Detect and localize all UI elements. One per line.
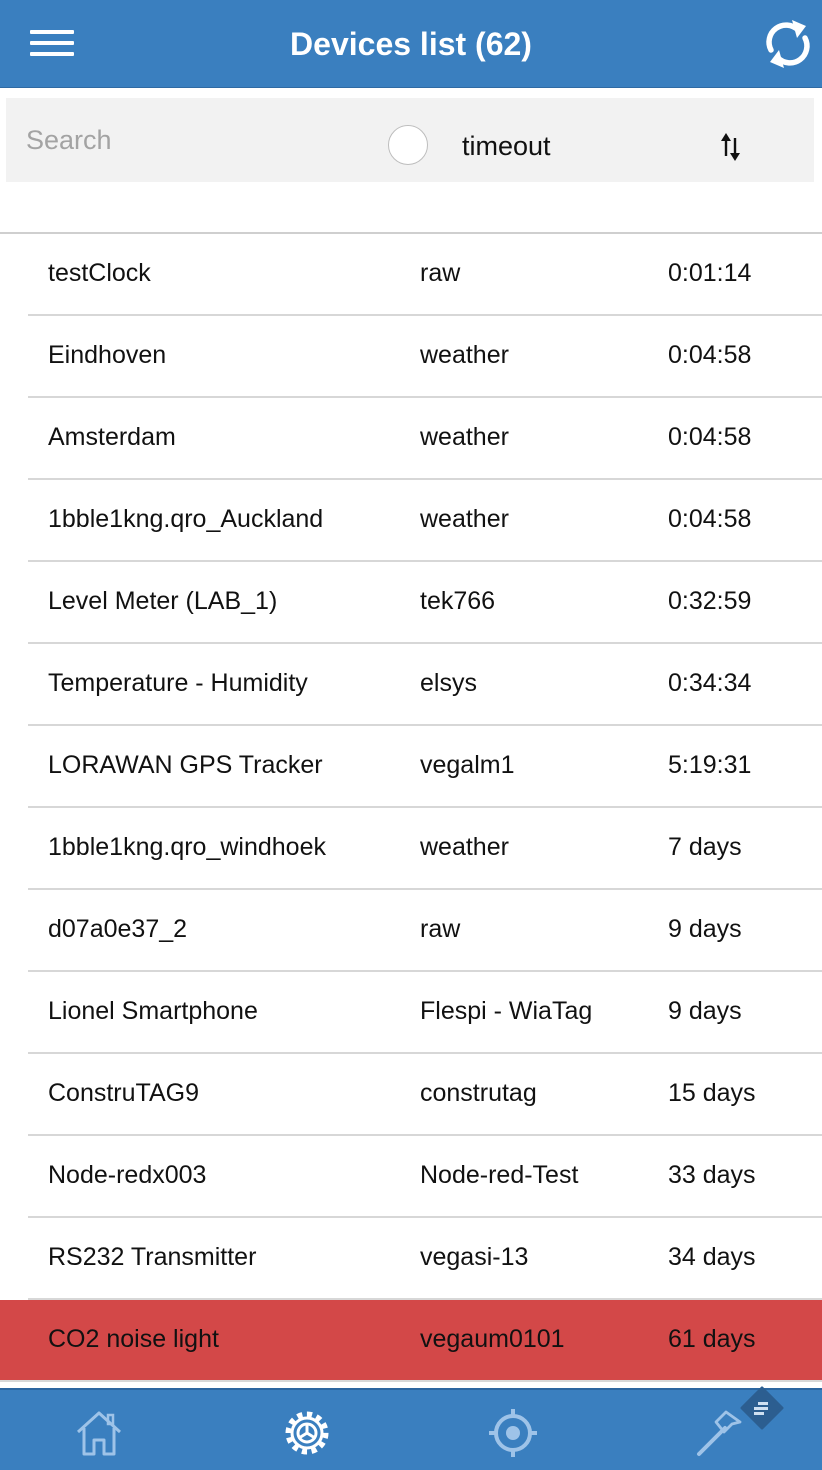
device-row[interactable]: LORAWAN GPS Tracker vegalm1 5:19:31 <box>28 726 822 808</box>
device-type: weather <box>420 423 509 451</box>
device-timeout: 0:34:34 <box>668 669 752 697</box>
device-timeout: 5:19:31 <box>668 751 752 779</box>
device-row[interactable]: RS232 Transmitter vegasi-13 34 days <box>28 1218 822 1300</box>
sort-button[interactable] <box>718 132 744 162</box>
settings-gear-icon <box>285 1411 329 1455</box>
device-type: vegasi-13 <box>420 1243 529 1271</box>
filter-bar: timeout <box>6 98 814 182</box>
bottom-tab-bar <box>0 1388 822 1470</box>
device-name: Level Meter (LAB_1) <box>48 587 278 615</box>
sync-icon <box>766 20 810 68</box>
device-row[interactable]: Node-redx003 Node-red-Test 33 days <box>28 1136 822 1218</box>
device-name: 1bble1kng.qro_windhoek <box>48 833 326 861</box>
device-name: Eindhoven <box>48 341 167 369</box>
feedly-badge-icon <box>740 1386 784 1430</box>
app-header: Devices list (62) <box>0 0 822 88</box>
hammer-tools-icon <box>697 1410 742 1456</box>
refresh-button[interactable] <box>762 16 814 72</box>
device-row[interactable]: testClock raw 0:01:14 <box>28 234 822 316</box>
device-name: Amsterdam <box>48 423 176 451</box>
device-type: vegalm1 <box>420 751 515 779</box>
tab-location[interactable] <box>488 1408 538 1458</box>
device-type: elsys <box>420 669 477 697</box>
device-row[interactable]: CO2 noise light vegaum0101 61 days <box>0 1300 822 1382</box>
device-type: weather <box>420 833 509 861</box>
device-name: Lionel Smartphone <box>48 997 258 1025</box>
device-timeout: 0:04:58 <box>668 423 752 451</box>
device-type: Node-red-Test <box>420 1161 579 1189</box>
device-name: Node-redx003 <box>48 1161 207 1189</box>
device-type: raw <box>420 915 461 943</box>
device-row[interactable]: 1bble1kng.qro_windhoek weather 7 days <box>28 808 822 890</box>
device-row[interactable]: Temperature - Humidity elsys 0:34:34 <box>28 644 822 726</box>
device-row[interactable]: Amsterdam weather 0:04:58 <box>28 398 822 480</box>
device-row[interactable]: d07a0e37_2 raw 9 days <box>28 890 822 972</box>
device-timeout: 33 days <box>668 1161 756 1189</box>
device-name: LORAWAN GPS Tracker <box>48 751 323 779</box>
device-name: ConstruTAG9 <box>48 1079 199 1107</box>
device-timeout: 0:04:58 <box>668 505 752 533</box>
device-timeout: 9 days <box>668 997 742 1025</box>
device-timeout: 0:32:59 <box>668 587 752 615</box>
device-name: d07a0e37_2 <box>48 915 188 943</box>
device-name: CO2 noise light <box>48 1325 219 1353</box>
feedly-badge[interactable] <box>740 1386 784 1430</box>
device-row[interactable]: Lionel Smartphone Flespi - WiaTag 9 days <box>28 972 822 1054</box>
device-timeout: 9 days <box>668 915 742 943</box>
sort-arrows-icon <box>721 133 740 161</box>
page-title: Devices list (62) <box>290 26 532 62</box>
tab-tools[interactable] <box>694 1408 744 1458</box>
device-timeout: 61 days <box>668 1325 756 1353</box>
device-type: raw <box>420 259 461 287</box>
device-row[interactable]: Eindhoven weather 0:04:58 <box>28 316 822 398</box>
location-target-icon <box>489 1409 537 1457</box>
device-name: Temperature - Humidity <box>48 669 308 697</box>
timeout-radio[interactable] <box>388 125 428 165</box>
device-list: testClock raw 0:01:14 Eindhoven weather 0:04:… <box>0 232 822 1382</box>
device-type: weather <box>420 341 509 369</box>
search-input[interactable] <box>14 118 388 162</box>
device-timeout: 0:01:14 <box>668 259 752 287</box>
device-timeout: 0:04:58 <box>668 341 752 369</box>
device-type: weather <box>420 505 509 533</box>
device-timeout: 15 days <box>668 1079 756 1107</box>
device-name: 1bble1kng.qro_Auckland <box>48 505 324 533</box>
device-row[interactable]: 1bble1kng.qro_Auckland weather 0:04:58 <box>28 480 822 562</box>
device-row[interactable]: ConstruTAG9 construtag 15 days <box>28 1054 822 1136</box>
device-timeout: 7 days <box>668 833 742 861</box>
tab-home[interactable] <box>74 1408 124 1458</box>
device-timeout: 34 days <box>668 1243 756 1271</box>
device-row[interactable]: Level Meter (LAB_1) tek766 0:32:59 <box>28 562 822 644</box>
device-name: RS232 Transmitter <box>48 1243 257 1271</box>
home-icon <box>76 1411 122 1456</box>
device-type: Flespi - WiaTag <box>420 997 593 1025</box>
device-type: construtag <box>420 1079 537 1107</box>
timeout-radio-label: timeout <box>462 131 551 161</box>
tab-settings[interactable] <box>282 1408 332 1458</box>
device-type: tek766 <box>420 587 496 615</box>
device-name: testClock <box>48 259 151 287</box>
device-type: vegaum0101 <box>420 1325 565 1353</box>
